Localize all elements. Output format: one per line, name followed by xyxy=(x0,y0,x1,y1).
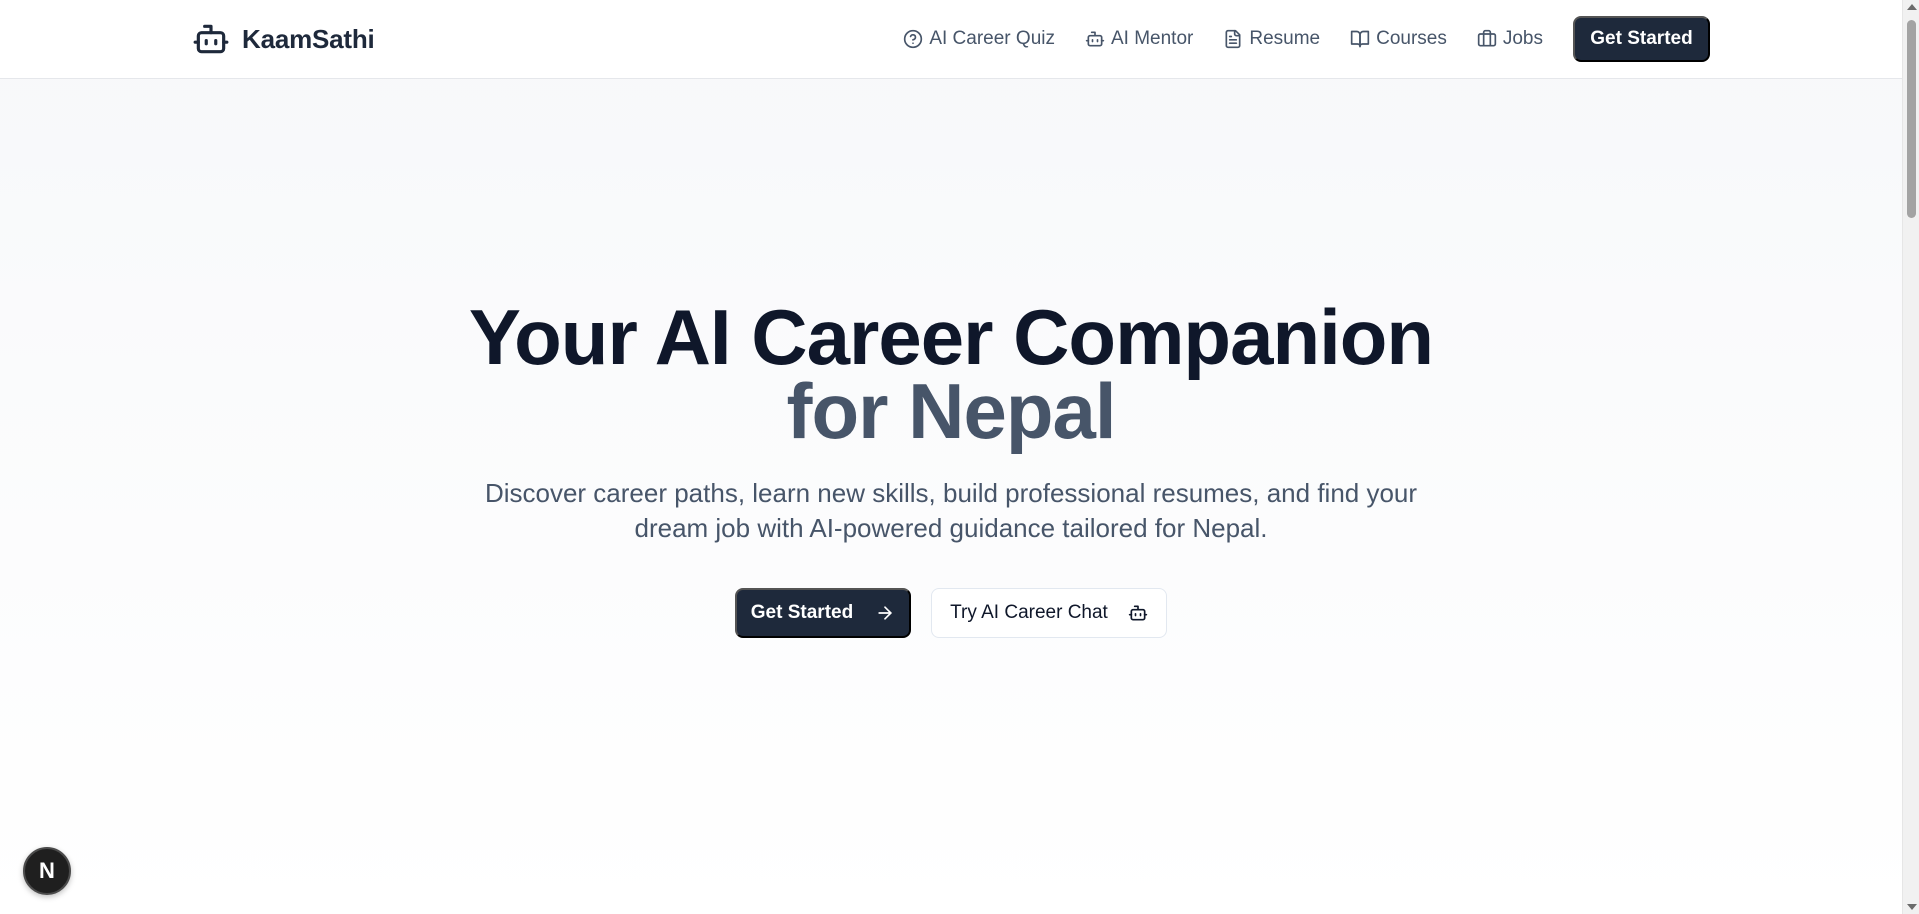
nav-item-ai-career-quiz[interactable]: AI Career Quiz xyxy=(903,28,1055,50)
scroll-up-arrow-icon[interactable] xyxy=(1907,4,1917,10)
file-text-icon xyxy=(1225,29,1241,49)
main-nav: AI Career Quiz AI Mentor Resume Courses … xyxy=(903,16,1710,62)
button-label: Get Started xyxy=(750,602,854,623)
try-ai-career-chat-button[interactable]: Try AI Career Chat xyxy=(931,588,1167,638)
nav-item-jobs[interactable]: Jobs xyxy=(1477,28,1543,50)
hero-title: Your AI Career Companion for Nepal xyxy=(0,293,1902,455)
get-started-button[interactable]: Get Started xyxy=(1573,16,1710,62)
hero-section: Your AI Career Companion for Nepal Disco… xyxy=(0,293,1902,638)
help-circle-icon xyxy=(904,29,923,49)
page: KaamSathi AI Career Quiz AI Mentor Resum… xyxy=(0,0,1902,914)
dev-tools-badge[interactable]: N xyxy=(23,847,71,895)
nav-item-label: Courses xyxy=(1376,28,1447,49)
hero-subtitle: Discover career paths, learn new skills,… xyxy=(484,478,1418,543)
top-navbar: KaamSathi AI Career Quiz AI Mentor Resum… xyxy=(0,0,1902,79)
nav-item-label: AI Career Quiz xyxy=(929,28,1055,49)
bot-icon xyxy=(193,24,229,54)
nav-item-courses[interactable]: Courses xyxy=(1350,28,1447,50)
nav-item-ai-mentor[interactable]: AI Mentor xyxy=(1085,28,1193,50)
briefcase-icon xyxy=(1477,29,1497,47)
nav-item-resume[interactable]: Resume xyxy=(1223,28,1320,50)
hero-actions: Get Started Try AI Career Chat xyxy=(0,588,1902,638)
hero-title-line2: for Nepal xyxy=(786,367,1116,455)
brand-logo[interactable]: KaamSathi xyxy=(192,20,375,58)
bot-icon xyxy=(1128,605,1148,621)
bot-icon xyxy=(1085,31,1105,47)
nav-item-label: Resume xyxy=(1249,28,1321,49)
vertical-scrollbar[interactable] xyxy=(1902,0,1919,914)
arrow-right-icon xyxy=(878,606,892,620)
nav-item-label: Jobs xyxy=(1502,28,1543,49)
dev-badge-label: N xyxy=(39,858,55,883)
scroll-down-arrow-icon[interactable] xyxy=(1907,904,1917,910)
hero-get-started-button[interactable]: Get Started xyxy=(735,588,911,638)
nav-item-label: AI Mentor xyxy=(1110,28,1194,49)
book-open-icon xyxy=(1350,30,1370,48)
scroll-thumb[interactable] xyxy=(1907,20,1916,218)
button-label: Try AI Career Chat xyxy=(950,602,1108,623)
hero-title-line1: Your AI Career Companion xyxy=(468,293,1434,381)
brand-name: KaamSathi xyxy=(242,23,375,54)
